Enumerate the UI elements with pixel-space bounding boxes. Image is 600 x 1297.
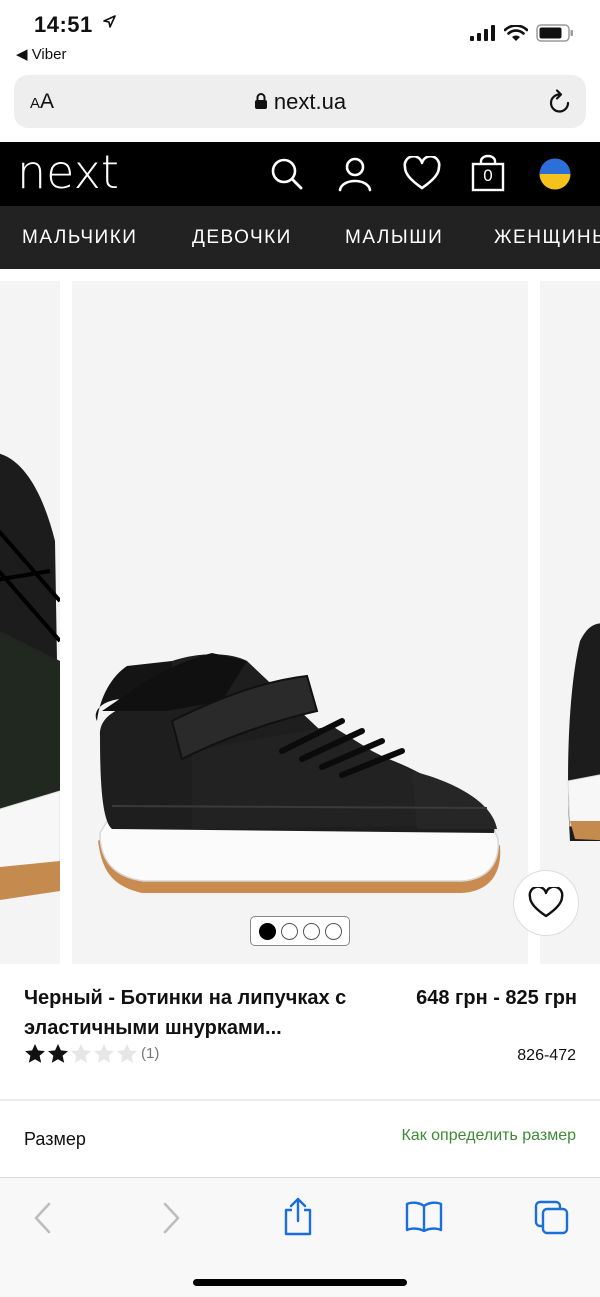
gallery-slide-current[interactable]: [72, 281, 528, 964]
size-label: Размер: [24, 1129, 86, 1149]
star-filled-icon: [48, 1044, 68, 1063]
rating-count: (1): [141, 1045, 160, 1062]
ukraine-flag-icon[interactable]: [539, 158, 571, 195]
account-icon[interactable]: [337, 156, 373, 197]
product-image: [95, 653, 501, 893]
url-display[interactable]: next.ua: [14, 89, 586, 116]
gallery-dot-2[interactable]: [280, 922, 298, 940]
star-empty-icon: [71, 1044, 91, 1063]
site-header: next 0: [0, 142, 600, 206]
star-empty-icon: [117, 1044, 137, 1063]
product-gallery[interactable]: [0, 281, 600, 964]
add-to-favourites-button[interactable]: [513, 870, 579, 936]
status-time: 14:51: [34, 12, 93, 37]
url-host: next.ua: [273, 89, 347, 114]
heart-icon: [528, 887, 564, 918]
divider: [0, 1099, 600, 1101]
lock-icon: [254, 90, 268, 116]
status-icons: [470, 24, 574, 42]
tabs-icon[interactable]: [534, 1200, 570, 1241]
nav-item-girls[interactable]: ДЕВОЧКИ: [192, 227, 292, 249]
gallery-dot-1[interactable]: [258, 922, 276, 940]
back-icon[interactable]: [30, 1200, 56, 1241]
bookmarks-icon[interactable]: [405, 1200, 443, 1239]
back-to-app-link[interactable]: ◀ Viber: [16, 45, 66, 63]
gallery-dot-3[interactable]: [302, 922, 320, 940]
gallery-dot-4[interactable]: [324, 922, 342, 940]
address-bar[interactable]: AA next.ua: [14, 75, 586, 128]
forward-icon[interactable]: [158, 1200, 184, 1241]
product-title: Черный - Ботинки на липучках с эластичны…: [24, 987, 347, 1039]
size-guide-link[interactable]: Как определить размер: [401, 1127, 576, 1145]
share-icon[interactable]: [282, 1196, 314, 1241]
nav-item-babies[interactable]: МАЛЫШИ: [345, 227, 443, 249]
favourites-icon[interactable]: [403, 154, 441, 197]
nav-item-boys[interactable]: МАЛЬЧИКИ: [22, 227, 137, 249]
gallery-slide-next[interactable]: [540, 281, 600, 964]
star-empty-icon: [94, 1044, 114, 1063]
cellular-signal-icon: [470, 25, 495, 41]
rating-stars[interactable]: (1): [24, 1043, 159, 1064]
product-sku: 826-472: [517, 1047, 576, 1064]
nav-item-women[interactable]: ЖЕНЩИНЫ: [494, 227, 600, 249]
product-image-side: [567, 623, 600, 841]
battery-icon: [536, 24, 573, 42]
star-filled-icon: [25, 1044, 45, 1063]
product-image-side: [0, 453, 60, 900]
category-nav: МАЛЬЧИКИ ДЕВОЧКИ МАЛЫШИ ЖЕНЩИНЫ: [0, 206, 600, 269]
search-icon[interactable]: [270, 156, 304, 197]
home-indicator[interactable]: [193, 1279, 407, 1286]
bag-count: 0: [483, 166, 493, 185]
next-logo[interactable]: next: [17, 146, 119, 198]
location-arrow-icon: [103, 15, 116, 33]
product-price: 648 грн - 825 грн: [416, 987, 577, 1009]
wifi-icon: [504, 24, 528, 41]
gallery-slide-previous[interactable]: [0, 281, 60, 964]
gallery-pagination: [250, 916, 350, 946]
reload-icon[interactable]: [548, 88, 572, 119]
status-bar: 14:51 ◀ Viber: [0, 0, 600, 68]
